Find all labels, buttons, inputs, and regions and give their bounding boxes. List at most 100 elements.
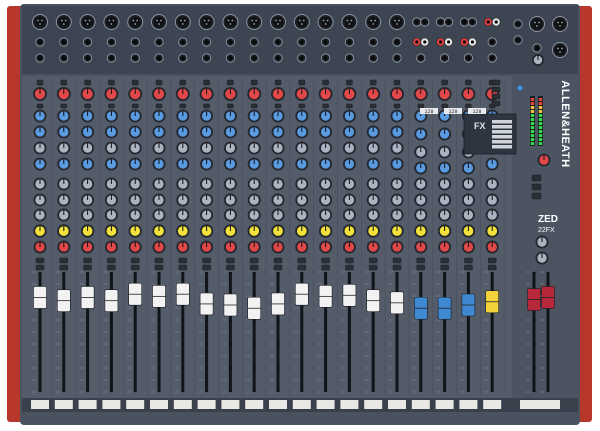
aux-1-knob[interactable] [438,177,452,191]
pfl-button[interactable] [297,264,307,271]
line-input-jack[interactable] [320,37,331,47]
eq-mid-knob[interactable] [319,125,333,139]
eq-high-knob[interactable] [176,109,190,123]
phantom-switch[interactable] [36,79,44,86]
insert-jack[interactable] [35,53,45,63]
mute-button[interactable] [35,257,45,264]
fx-send-knob[interactable] [485,224,499,238]
aux-1-knob[interactable] [366,177,380,191]
hpf-switch[interactable] [179,103,187,109]
eq-high-knob[interactable] [104,109,118,123]
mute-button[interactable] [178,257,188,264]
insert-jack[interactable] [344,53,354,63]
aux-3-knob[interactable] [104,208,118,222]
line-input-jack[interactable] [392,37,402,47]
hpf-switch[interactable] [60,103,68,109]
pan-knob[interactable] [176,240,190,254]
eq-low-knob[interactable] [57,157,71,171]
eq-mid-knob[interactable] [247,125,261,139]
gain-knob[interactable] [80,87,95,101]
aux-return-jack[interactable] [416,53,426,63]
aux-1-knob[interactable] [176,177,190,191]
gain-knob[interactable] [390,87,404,101]
gain-knob[interactable] [33,87,47,101]
main-out-xlr-left[interactable] [529,16,545,32]
aux-1-knob[interactable] [461,177,475,191]
eq-mid-knob[interactable] [128,125,142,139]
fx-send-knob[interactable] [295,224,309,238]
pan-knob[interactable] [438,240,452,254]
aux-3-knob[interactable] [200,208,214,222]
aux-return-jack[interactable] [439,53,450,63]
aux-2-knob[interactable] [247,193,261,207]
master-select-button[interactable] [531,183,542,191]
aux-2-knob[interactable] [176,193,190,207]
aux-return-jack[interactable] [463,53,473,63]
eq-mid-freq-knob[interactable] [223,141,237,155]
hpf-switch[interactable] [36,103,44,109]
aux-1-knob[interactable] [271,177,285,191]
xlr-input[interactable] [341,14,358,30]
phantom-switch[interactable] [227,79,234,86]
insert-jack[interactable] [249,53,259,63]
pfl-button[interactable] [368,264,378,271]
eq-low-knob[interactable] [247,157,261,171]
pan-knob[interactable] [461,240,475,254]
phantom-switch[interactable] [322,79,329,86]
eq-high-knob[interactable] [342,109,356,123]
hpf-switch[interactable] [250,103,258,109]
xlr-input[interactable] [317,14,334,30]
stereo-right-jack[interactable] [443,17,454,27]
mute-button[interactable] [273,257,283,264]
eq-low-knob[interactable] [438,161,452,175]
fx-rca-red[interactable] [483,17,493,27]
pan-knob[interactable] [57,240,71,254]
aux-1-knob[interactable] [342,177,356,191]
pfl-button[interactable] [345,264,354,271]
routing-button[interactable] [491,79,501,86]
eq-low-knob[interactable] [223,157,237,171]
pfl-button[interactable] [249,264,259,271]
eq-mid-freq-knob[interactable] [414,145,428,159]
pfl-button[interactable] [416,264,426,271]
xlr-input[interactable] [222,14,239,30]
aux-3-knob[interactable] [485,208,499,222]
aux-1-knob[interactable] [390,177,404,191]
eq-low-knob[interactable] [33,157,47,171]
gain-knob[interactable] [437,87,452,101]
mute-button[interactable] [107,257,116,264]
eq-mid-freq-knob[interactable] [104,141,118,155]
pan-knob[interactable] [485,240,499,254]
pan-knob[interactable] [295,240,309,254]
gain-knob[interactable] [294,87,309,101]
aux-2-knob[interactable] [438,193,452,207]
xlr-input[interactable] [151,14,167,30]
hpf-switch[interactable] [322,103,329,109]
aux-3-knob[interactable] [366,208,380,222]
eq-low-knob[interactable] [295,157,309,171]
fx-send-knob[interactable] [176,224,190,238]
eq-mid-knob[interactable] [104,125,118,139]
aux-3-knob[interactable] [461,208,475,222]
eq-mid-knob[interactable] [200,125,214,139]
eq-mid-freq-knob[interactable] [200,141,214,155]
pan-knob[interactable] [223,240,237,254]
aux-3-knob[interactable] [81,208,95,222]
line-input-jack[interactable] [249,37,259,47]
mute-button[interactable] [368,257,378,264]
phantom-switch[interactable] [417,79,425,86]
aux-2-knob[interactable] [104,193,118,207]
aux-1-knob[interactable] [485,177,499,191]
aux-2-knob[interactable] [152,193,166,207]
pfl-button[interactable] [83,264,92,271]
xlr-input[interactable] [127,14,144,30]
pfl-button[interactable] [273,264,283,271]
eq-mid-freq-knob[interactable] [342,141,356,155]
gain-knob[interactable] [247,87,262,101]
eq-low-knob[interactable] [104,157,118,171]
routing-button[interactable] [491,100,501,107]
aux-1-knob[interactable] [57,177,71,191]
eq-mid-knob[interactable] [295,125,309,139]
hpf-switch[interactable] [298,103,306,109]
gain-knob[interactable] [461,87,476,101]
